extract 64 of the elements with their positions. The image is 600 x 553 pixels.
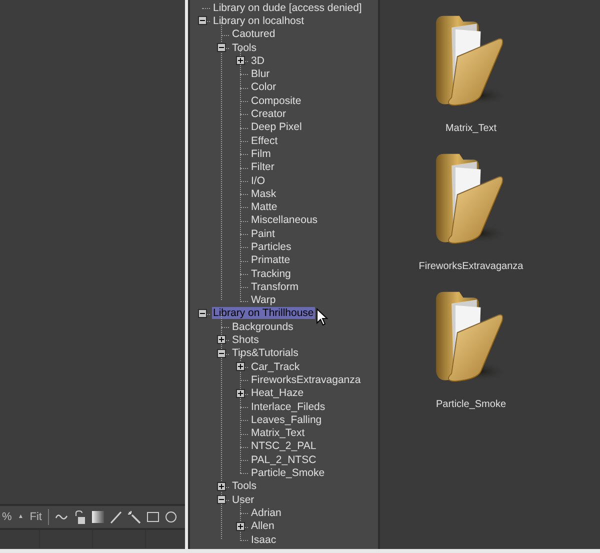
ellipse-icon[interactable] (164, 511, 177, 523)
tree-item[interactable]: Car_Track (250, 360, 301, 373)
tree-item[interactable]: Deep Pixel (250, 121, 303, 134)
tree-item[interactable]: Blur (250, 68, 271, 80)
tree-item[interactable]: Shots (231, 334, 260, 346)
tree-item[interactable]: Paint (250, 228, 276, 240)
tree-item[interactable]: Allen (250, 520, 276, 532)
magic-wand-icon[interactable] (128, 510, 141, 524)
expand-toggle[interactable] (236, 522, 245, 531)
tree-item[interactable]: Leaves_Falling (250, 414, 323, 426)
tree-item[interactable]: Particles (250, 240, 292, 253)
tree-item[interactable]: Primatte (250, 254, 292, 266)
mouse-cursor-icon (316, 308, 328, 326)
tree-item[interactable]: Library on Thrillhouse (212, 307, 315, 320)
tree-item[interactable]: Mask (250, 188, 278, 200)
tree-item[interactable]: Library on dude [access denied] (212, 2, 363, 14)
rectangle-icon[interactable] (146, 512, 159, 522)
folder-label[interactable]: FireworksExtravaganza (418, 259, 524, 274)
tree-item[interactable]: Tools (231, 480, 258, 492)
tree-item[interactable]: Particle_Smoke (250, 467, 326, 480)
collapse-toggle[interactable] (198, 308, 207, 318)
brush-icon[interactable] (110, 510, 122, 524)
tree-item[interactable]: Effect (250, 134, 279, 147)
collapse-toggle[interactable] (217, 348, 226, 358)
folder-label[interactable]: Matrix_Text (445, 121, 497, 136)
collapse-toggle[interactable] (217, 42, 226, 52)
tree-item[interactable]: Transform (250, 280, 300, 293)
tree-item[interactable]: User (231, 494, 256, 506)
tree-item[interactable]: Color (250, 81, 278, 94)
tree-item[interactable]: Tracking (250, 268, 292, 280)
tree-item[interactable]: Caotured (231, 28, 276, 40)
tree-item[interactable]: Warp (250, 294, 277, 306)
tree-item[interactable]: 3D (250, 54, 266, 67)
tree-item[interactable]: Tools (231, 42, 258, 54)
tree-item[interactable]: Creator (250, 108, 288, 120)
tree-item[interactable]: Isaac (250, 534, 278, 546)
tree-item[interactable]: Backgrounds (231, 320, 294, 333)
tree-item[interactable]: Adrian (250, 506, 282, 519)
tree-item[interactable]: Composite (250, 94, 302, 107)
tree-item[interactable]: NTSC_2_PAL (250, 440, 318, 452)
tree-item[interactable]: Miscellaneous (250, 214, 319, 226)
collapse-toggle[interactable] (217, 494, 226, 504)
zoom-percent: % (2, 510, 12, 525)
folder-label[interactable]: Particle_Smoke (436, 397, 506, 412)
tree-item[interactable]: Filter (250, 161, 276, 174)
tree-item[interactable]: Tips&Tutorials (231, 347, 300, 360)
tree-item[interactable]: Matte (250, 201, 278, 214)
gradient-icon[interactable] (92, 511, 104, 523)
tree-item[interactable]: Film (250, 148, 272, 160)
expand-toggle[interactable] (236, 56, 245, 66)
tree-item[interactable]: Library on localhost (212, 14, 306, 27)
tree-item[interactable]: Matrix_Text (250, 427, 306, 440)
expand-toggle[interactable] (236, 362, 245, 372)
tree-item[interactable]: FireworksExtravaganza (250, 374, 362, 386)
expand-toggle[interactable] (217, 335, 226, 344)
tree-item[interactable]: I/O (250, 174, 266, 186)
tree-item[interactable]: PAL_2_NTSC (250, 454, 318, 466)
collapse-toggle[interactable] (198, 16, 207, 26)
expand-toggle[interactable] (236, 388, 245, 398)
curve-icon[interactable] (54, 512, 68, 522)
tree-item[interactable]: Interlace_Fileds (250, 400, 326, 413)
fit-button[interactable]: Fit (30, 508, 42, 526)
tree-item[interactable]: Heat_Haze (250, 387, 305, 400)
expand-toggle[interactable] (217, 482, 226, 491)
